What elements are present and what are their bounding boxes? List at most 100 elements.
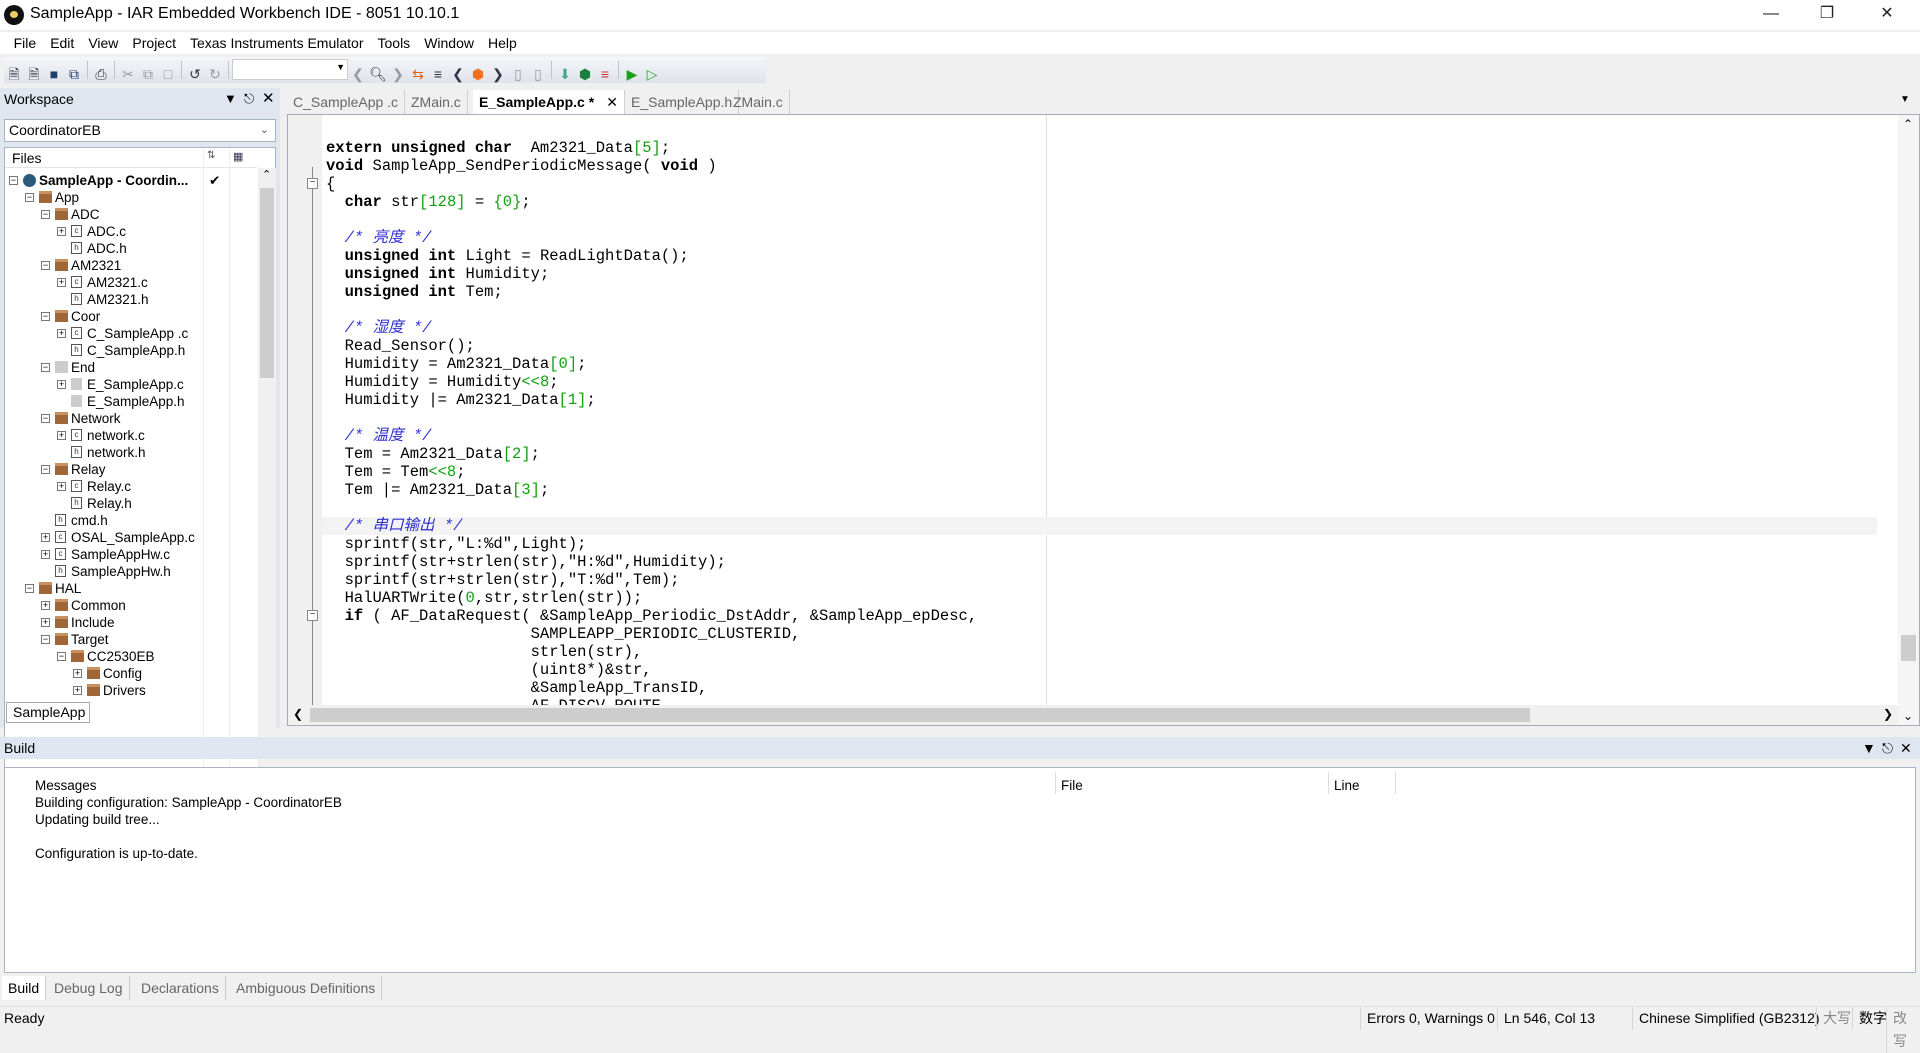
expand-icon[interactable]: + (57, 278, 66, 287)
expand-icon[interactable]: + (41, 533, 50, 542)
tab-ambiguous-definitions[interactable]: Ambiguous Definitions (230, 976, 383, 1000)
column-messages[interactable]: Messages (35, 778, 97, 793)
expand-icon[interactable]: + (57, 227, 66, 236)
panel-menu-icon[interactable]: ▼ (224, 88, 237, 110)
tree-item[interactable]: + c OSAL_SampleApp.c (5, 529, 257, 546)
code-line[interactable]: HalUARTWrite(0,str,strlen(str)); (326, 589, 1877, 607)
tree-item[interactable]: h SampleAppHw.h (5, 563, 257, 580)
code-line[interactable]: char str[128] = {0}; (326, 193, 1877, 211)
code-line[interactable]: (uint8*)&str, (326, 661, 1877, 679)
toggle-bookmark-icon[interactable]: ⇆ (408, 63, 428, 85)
expand-icon[interactable]: + (57, 482, 66, 491)
paste-icon[interactable]: □ (158, 63, 178, 85)
undo-icon[interactable]: ↺ (185, 63, 205, 85)
find-combo[interactable]: ▼ (232, 59, 348, 80)
tree-item[interactable]: − SampleApp - Coordin... ✔ (5, 172, 257, 189)
tab-debug-log[interactable]: Debug Log (48, 976, 130, 1000)
minimize-button[interactable]: — (1748, 0, 1794, 30)
tree-item[interactable]: + c SampleAppHw.c (5, 546, 257, 563)
menu-view[interactable]: View (81, 32, 125, 54)
code-line[interactable]: if ( AF_DataRequest( &SampleApp_Periodic… (326, 607, 1877, 625)
tree-item[interactable]: − CC2530EB (5, 648, 257, 665)
expand-icon[interactable]: + (73, 686, 82, 695)
back-icon[interactable]: ❮ (348, 63, 368, 85)
tab-zmain-c-2[interactable]: ZMain.c (727, 90, 790, 114)
new-file-icon[interactable]: 🗎 (4, 63, 24, 85)
tree-item[interactable]: h ADC.h (5, 240, 257, 257)
collapse-icon[interactable]: − (41, 635, 50, 644)
close-panel-icon[interactable]: ✕ (262, 88, 275, 110)
code-line[interactable]: Humidity = Am2321_Data[0]; (326, 355, 1877, 373)
scroll-left-icon[interactable]: ❮ (293, 707, 303, 721)
prev-doc-icon[interactable]: ▯ (508, 63, 528, 85)
column-line[interactable]: Line (1334, 778, 1360, 793)
menu-tools[interactable]: Tools (371, 32, 418, 54)
configuration-select[interactable]: CoordinatorEB ⌄ (4, 119, 276, 142)
tree-item[interactable]: − App (5, 189, 257, 206)
copy-icon[interactable]: ⧉ (138, 63, 158, 85)
pin-icon[interactable]: ⎋ (244, 88, 254, 110)
save-icon[interactable]: ■ (44, 63, 64, 85)
tree-item[interactable]: + c C_SampleApp .c (5, 325, 257, 342)
tab-build[interactable]: Build (2, 976, 47, 1000)
tree-item[interactable]: + c network.c (5, 427, 257, 444)
code-editor[interactable]: − − extern unsigned char Am2321_Data[5]; v… (287, 114, 1920, 726)
code-line[interactable]: Tem = Am2321_Data[2]; (326, 445, 1877, 463)
scroll-down-icon[interactable]: ⌄ (1903, 709, 1913, 723)
collapse-icon[interactable]: − (41, 465, 50, 474)
code-line[interactable] (326, 301, 1877, 319)
close-tab-icon[interactable]: ✕ (606, 90, 618, 114)
code-line[interactable]: SAMPLEAPP_PERIODIC_CLUSTERID, (326, 625, 1877, 643)
tree-item[interactable]: − End (5, 359, 257, 376)
tab-e-sampleapp-c[interactable]: E_SampleApp.c * ✕ (473, 90, 625, 114)
next-bookmark-icon[interactable]: ❯ (488, 63, 508, 85)
restore-button[interactable]: ❐ (1804, 0, 1850, 30)
code-line[interactable]: /* 亮度 */ (326, 229, 1877, 247)
scroll-thumb[interactable] (260, 188, 274, 378)
scroll-thumb[interactable] (1901, 635, 1916, 661)
tree-item[interactable]: h AM2321.h (5, 291, 257, 308)
tree-scrollbar[interactable]: ⌃ ⌄ (258, 168, 276, 783)
tree-item[interactable]: + Include (5, 614, 257, 631)
tree-item[interactable]: + E_SampleApp.c (5, 376, 257, 393)
pin-icon[interactable]: ⎋ (1882, 737, 1893, 759)
column-file[interactable]: File (1061, 778, 1083, 793)
fold-collapse-icon[interactable]: − (307, 610, 318, 621)
menu-file[interactable]: File (7, 32, 44, 54)
expand-icon[interactable]: + (41, 550, 50, 559)
breakpoint-icon[interactable]: ⬢ (468, 63, 488, 85)
code-line[interactable]: /* 湿度 */ (326, 319, 1877, 337)
collapse-icon[interactable]: − (9, 176, 18, 185)
code-line[interactable]: strlen(str), (326, 643, 1877, 661)
tree-item[interactable]: − HAL (5, 580, 257, 597)
code-line[interactable]: Tem |= Am2321_Data[3]; (326, 481, 1877, 499)
menu-window[interactable]: Window (417, 32, 481, 54)
binary-icon[interactable]: ▦ (233, 150, 243, 163)
download-debug-icon[interactable]: ⬢ (575, 63, 595, 85)
collapse-icon[interactable]: − (41, 261, 50, 270)
code-line[interactable]: /* 温度 */ (326, 427, 1877, 445)
cut-icon[interactable]: ✂ (118, 63, 138, 85)
tree-item[interactable]: + Config (5, 665, 257, 682)
horizontal-scrollbar[interactable]: ❮ ❯ (288, 705, 1898, 725)
new-file-icon[interactable]: 🗎 (24, 63, 44, 85)
tree-item[interactable]: + c AM2321.c (5, 274, 257, 291)
tree-item[interactable]: h Relay.h (5, 495, 257, 512)
redo-icon[interactable]: ↻ (205, 63, 225, 85)
step-list-icon[interactable]: ≡ (428, 63, 448, 85)
code-line[interactable]: /* 串口输出 */ (322, 517, 1877, 535)
tree-item[interactable]: − AM2321 (5, 257, 257, 274)
code-line[interactable]: unsigned int Tem; (326, 283, 1877, 301)
collapse-icon[interactable]: − (41, 210, 50, 219)
code-line[interactable]: { (326, 175, 1877, 193)
vertical-scrollbar[interactable]: ⌃ ⌄ (1898, 115, 1919, 725)
code-line[interactable]: extern unsigned char Am2321_Data[5]; (326, 139, 1877, 157)
menu-edit[interactable]: Edit (43, 32, 81, 54)
expand-icon[interactable]: + (57, 380, 66, 389)
forward-icon[interactable]: ❯ (388, 63, 408, 85)
scroll-up-icon[interactable]: ⌃ (262, 168, 271, 181)
menu-ti-emulator[interactable]: Texas Instruments Emulator (183, 32, 371, 54)
next-doc-icon[interactable]: ▯ (528, 63, 548, 85)
menu-help[interactable]: Help (481, 32, 524, 54)
collapse-icon[interactable]: − (25, 193, 34, 202)
